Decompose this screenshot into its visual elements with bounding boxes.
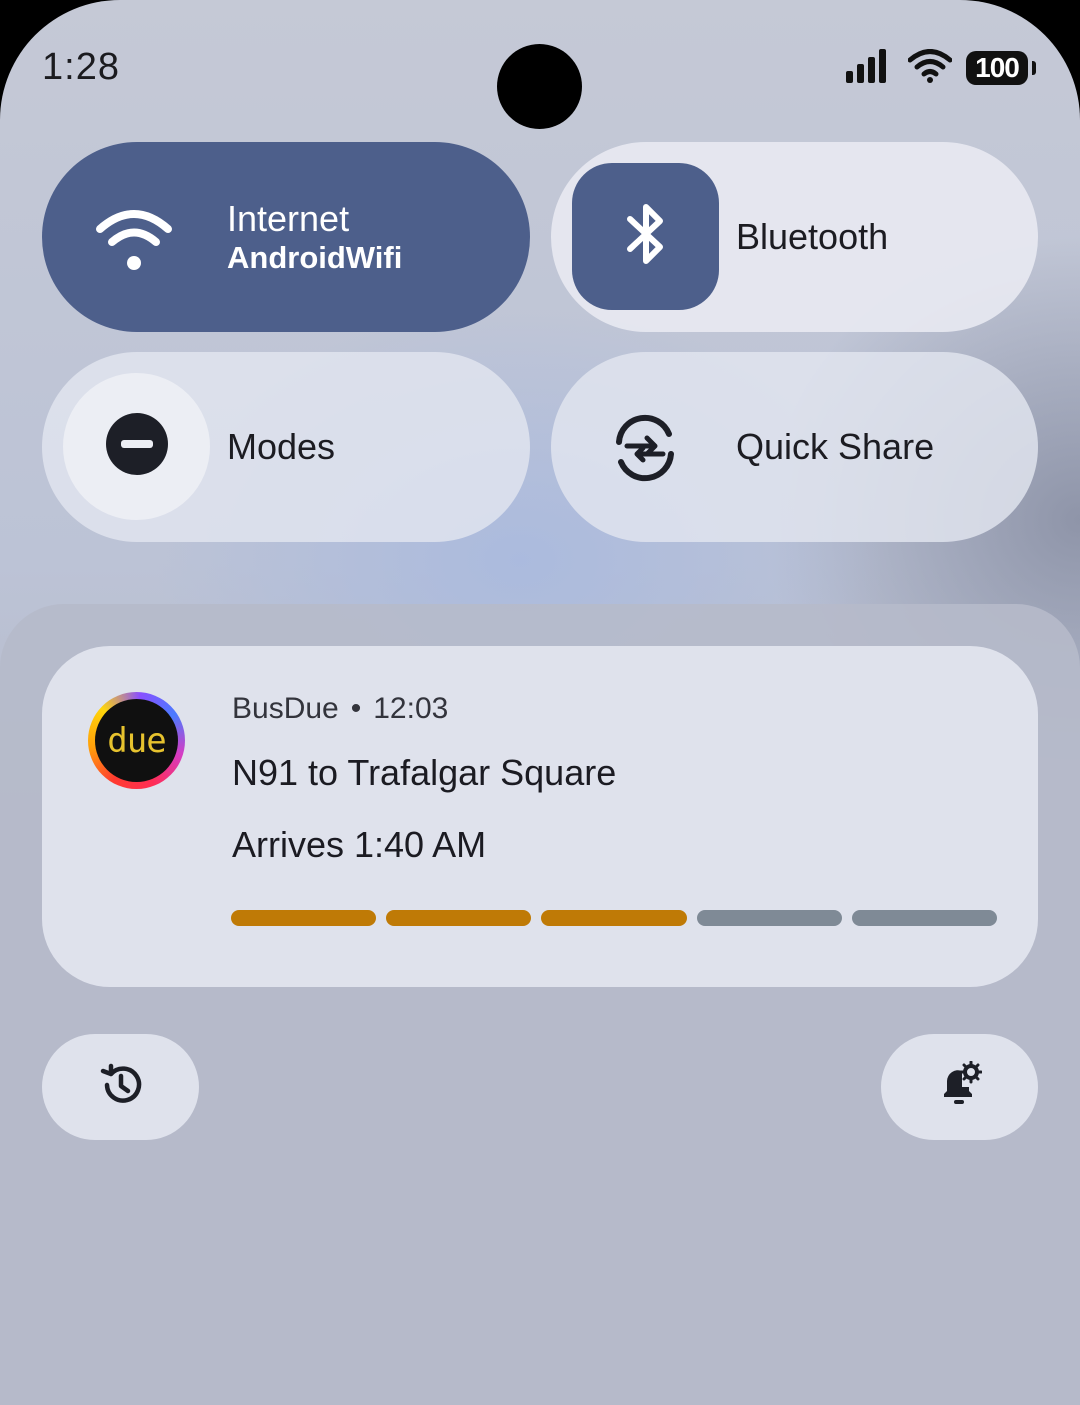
battery-icon: 100 [966, 51, 1036, 85]
notification-time: 12:03 [373, 692, 449, 725]
notification-text: Arrives 1:40 AM [232, 824, 487, 865]
notification-settings-button[interactable] [881, 1034, 1038, 1140]
notification-settings-icon [938, 1060, 982, 1114]
arrival-progress [231, 910, 998, 926]
busdue-notification[interactable]: due BusDue • 12:03 N91 to Trafalgar Square… [42, 646, 1038, 987]
busdue-app-icon: due [88, 692, 185, 789]
status-time: 1:28 [42, 46, 120, 88]
history-icon [99, 1063, 143, 1112]
notification-history-button[interactable] [42, 1034, 199, 1140]
status-bar: 1:28 100 [0, 0, 1080, 140]
modes-tile[interactable]: Modes [42, 352, 530, 542]
internet-network-name: AndroidWifi [227, 240, 403, 275]
do-not-disturb-icon [105, 413, 168, 480]
battery-level: 100 [975, 52, 1020, 83]
internet-tile[interactable]: Internet AndroidWifi [42, 142, 530, 332]
notification-header: BusDue • 12:03 [232, 692, 448, 726]
notification-app-name: BusDue [232, 692, 339, 725]
camera-cutout [497, 44, 582, 129]
internet-label: Internet [227, 198, 350, 239]
status-icons: 100 [846, 48, 1036, 88]
modes-toggle[interactable] [63, 373, 210, 520]
progress-segment [851, 910, 998, 926]
header-separator: • [350, 692, 362, 725]
wifi-icon [907, 48, 953, 88]
busdue-app-icon-text: due [95, 699, 178, 782]
progress-segment [541, 910, 687, 926]
bluetooth-icon [624, 201, 668, 272]
signal-icon [846, 48, 894, 88]
notification-title: N91 to Trafalgar Square [232, 752, 617, 793]
wifi-icon [94, 200, 174, 280]
progress-segment [386, 910, 532, 926]
progress-segment [696, 910, 842, 926]
modes-label: Modes [227, 426, 336, 467]
quick-share-label: Quick Share [736, 426, 935, 467]
quick-share-tile[interactable]: Quick Share [551, 352, 1038, 542]
progress-segment [231, 910, 377, 926]
notification-shade: 1:28 100 Internet AndroidWifi Bluetooth … [0, 0, 1080, 1405]
quick-share-icon [611, 414, 679, 482]
bluetooth-tile[interactable]: Bluetooth [551, 142, 1038, 332]
bluetooth-label: Bluetooth [736, 216, 889, 257]
bluetooth-toggle[interactable] [572, 163, 719, 310]
